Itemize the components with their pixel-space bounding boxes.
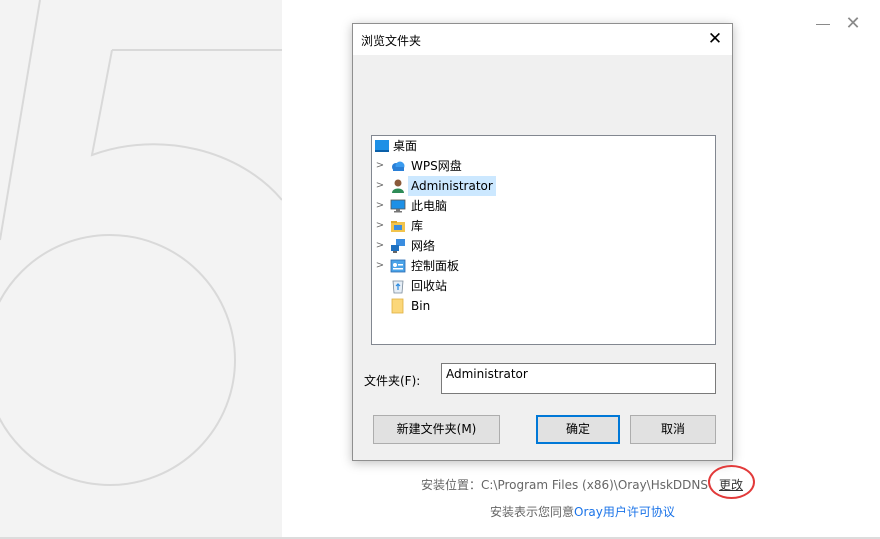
installer-background	[0, 0, 282, 539]
tree-item-label: 桌面	[393, 139, 418, 153]
chevron-right-icon[interactable]: >	[373, 156, 387, 176]
user-icon	[392, 179, 404, 193]
library-icon	[391, 221, 405, 232]
tree-item-label: 库	[411, 219, 424, 233]
chevron-right-icon[interactable]: >	[373, 216, 387, 236]
tree-item-label: 此电脑	[411, 199, 448, 213]
network-icon	[391, 239, 405, 253]
tree-item-bin[interactable]: Bin	[372, 296, 712, 316]
tree-item-label: WPS网盘	[411, 159, 462, 173]
chevron-right-icon[interactable]: >	[373, 176, 387, 196]
control-panel-icon	[390, 259, 406, 273]
folder-field-label: 文件夹(F):	[364, 374, 421, 388]
chevron-right-icon[interactable]: >	[373, 196, 387, 216]
ok-button[interactable]: 确定	[536, 415, 620, 444]
tree-item-label: 回收站	[411, 279, 448, 293]
tree-item-this-pc[interactable]: > 此电脑	[372, 196, 712, 216]
tree-item-desktop[interactable]: 桌面	[372, 136, 712, 156]
folder-tree[interactable]: 桌面 > WPS网盘 > Administrator > 此电脑 > 库 > 网…	[371, 135, 716, 345]
dialog-title: 浏览文件夹	[361, 34, 422, 48]
recycle-bin-icon	[392, 280, 404, 294]
agree-prefix: 安装表示您同意	[490, 505, 575, 519]
dialog-titlebar: 浏览文件夹 ✕	[353, 24, 732, 55]
tree-item-label: Administrator	[408, 176, 496, 196]
license-agreement-text: 安装表示您同意Oray用户许可协议	[490, 503, 675, 520]
license-link[interactable]: Oray用户许可协议	[574, 505, 675, 519]
chevron-right-icon[interactable]: >	[373, 256, 387, 276]
folder-name-input[interactable]: Administrator	[441, 363, 716, 394]
folder-icon	[391, 298, 404, 314]
browse-folder-dialog: 浏览文件夹 ✕ 桌面 > WPS网盘 > Administrator > 此电脑…	[352, 23, 733, 461]
desktop-icon	[375, 140, 389, 152]
install-path-text: 安装位置：C:\Program Files (x86)\Oray\HskDDNS…	[421, 478, 713, 492]
dialog-close-button[interactable]: ✕	[704, 28, 726, 50]
cancel-button[interactable]: 取消	[630, 415, 716, 444]
tree-item-control-panel[interactable]: > 控制面板	[372, 256, 712, 276]
window-close-button[interactable]: ✕	[845, 15, 861, 33]
decorative-five-outline	[0, 0, 282, 486]
tree-item-network[interactable]: > 网络	[372, 236, 712, 256]
tree-item-label: 控制面板	[411, 259, 460, 273]
cloud-icon	[392, 161, 405, 171]
tree-item-library[interactable]: > 库	[372, 216, 712, 236]
tree-item-label: Bin	[411, 299, 431, 313]
tree-item-label: 网络	[411, 239, 436, 253]
highlight-circle-annotation	[708, 465, 755, 499]
minimize-button[interactable]	[815, 16, 831, 32]
new-folder-button[interactable]: 新建文件夹(M)	[373, 415, 500, 444]
computer-icon	[390, 199, 406, 213]
tree-item-wps-cloud[interactable]: > WPS网盘	[372, 156, 712, 176]
tree-item-administrator[interactable]: > Administrator	[372, 176, 712, 196]
tree-item-recycle-bin[interactable]: 回收站	[372, 276, 712, 296]
chevron-right-icon[interactable]: >	[373, 236, 387, 256]
